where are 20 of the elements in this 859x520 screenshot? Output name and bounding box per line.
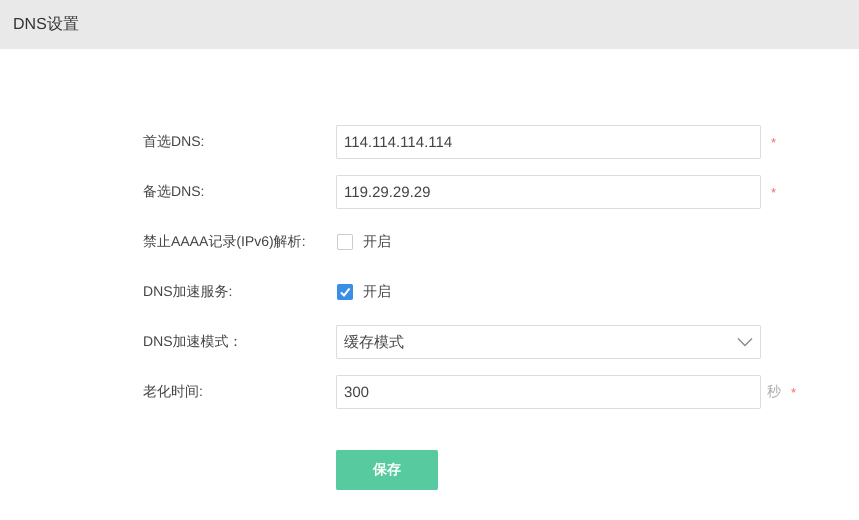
field-label: DNS加速服务: <box>143 283 234 301</box>
mode-dropdown[interactable]: 缓存模式 <box>336 325 761 359</box>
checkbox-label: 开启 <box>363 233 391 251</box>
text-field[interactable]: 300 <box>336 375 761 409</box>
required-asterisk: * <box>791 384 796 400</box>
checkbox-label: 开启 <box>363 283 391 301</box>
field-label: 备选DNS: <box>143 183 206 201</box>
field-label: DNS加速模式： <box>143 333 244 351</box>
field-label: 首选DNS: <box>143 133 206 151</box>
field-label: 禁止AAAA记录(IPv6)解析: <box>143 233 307 251</box>
chevron-down-icon <box>737 337 753 347</box>
required-asterisk: * <box>771 184 776 200</box>
checkbox[interactable] <box>337 284 353 300</box>
page-title: DNS设置 <box>13 15 79 35</box>
unit-label: 秒 <box>767 383 781 401</box>
checkbox[interactable] <box>337 234 353 250</box>
text-field[interactable]: 114.114.114.114 <box>336 125 761 159</box>
text-field[interactable]: 119.29.29.29 <box>336 175 761 209</box>
required-asterisk: * <box>771 134 776 150</box>
field-label: 老化时间: <box>143 383 204 401</box>
